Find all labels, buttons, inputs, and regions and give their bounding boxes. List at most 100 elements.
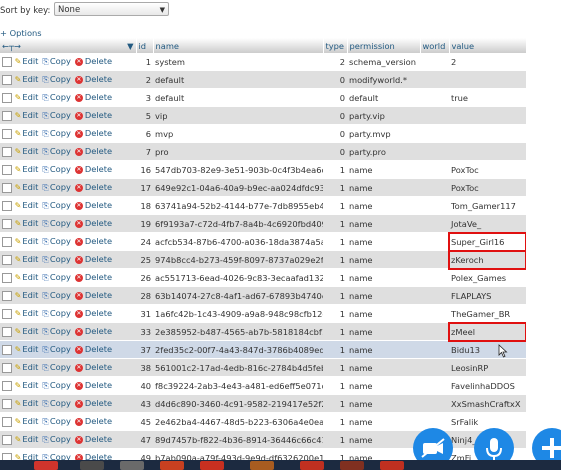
cell-name[interactable]: mvp (153, 124, 323, 143)
cell-value[interactable] (449, 106, 526, 125)
delete-link[interactable]: ✕ Delete (74, 398, 112, 408)
row-checkbox[interactable] (2, 110, 12, 121)
cell-world[interactable] (420, 250, 449, 269)
column-controls-header[interactable]: ←┬→ ▼ (0, 38, 137, 53)
row-checkbox[interactable] (2, 380, 12, 391)
row-checkbox[interactable] (2, 74, 12, 85)
cell-value[interactable]: FLAPLAYS (449, 286, 526, 305)
cell-world[interactable] (420, 340, 449, 359)
cell-permission[interactable]: name (347, 268, 420, 287)
cell-type[interactable]: 2 (323, 53, 347, 71)
cell-world[interactable] (420, 376, 449, 395)
cell-type[interactable]: 1 (323, 286, 347, 305)
cell-value[interactable]: Bidu13 (449, 340, 526, 359)
delete-link[interactable]: ✕ Delete (74, 200, 112, 210)
cell-permission[interactable]: name (347, 160, 420, 179)
row-checkbox[interactable] (2, 416, 12, 427)
cell-world[interactable] (420, 394, 449, 413)
row-checkbox[interactable] (2, 200, 12, 211)
cell-type[interactable]: 1 (323, 250, 347, 269)
delete-link[interactable]: ✕ Delete (74, 92, 112, 102)
taskbar-app-icon[interactable] (340, 461, 364, 470)
cell-id[interactable]: 38 (136, 358, 153, 377)
header-type[interactable]: type (323, 38, 348, 53)
cell-permission[interactable]: name (347, 412, 420, 431)
copy-link[interactable]: ⎘Copy (42, 218, 70, 228)
row-checkbox[interactable] (2, 218, 12, 229)
row-checkbox[interactable] (2, 272, 12, 283)
edit-link[interactable]: ✎Edit (15, 290, 39, 300)
cell-name[interactable]: ac551713-6ead-4026-9c83-3ecaafad1329 (153, 268, 323, 287)
cell-permission[interactable]: party.vip (347, 106, 420, 125)
cell-type[interactable]: 1 (323, 376, 347, 395)
copy-link[interactable]: ⎘Copy (42, 398, 70, 408)
cell-value[interactable]: XxSmashCraftxX (449, 394, 526, 413)
edit-link[interactable]: ✎Edit (15, 218, 39, 228)
delete-link[interactable]: ✕ Delete (74, 290, 112, 300)
header-name[interactable]: name (153, 38, 324, 53)
cell-name[interactable]: 63741a94-52b2-4144-b77e-7db8955eb49e (153, 196, 323, 215)
cell-type[interactable]: 0 (323, 88, 347, 107)
delete-link[interactable]: ✕ Delete (74, 362, 112, 372)
cell-type[interactable]: 1 (323, 178, 347, 197)
cell-value[interactable]: 2 (449, 53, 526, 71)
cell-permission[interactable]: name (347, 304, 420, 323)
cell-id[interactable]: 3 (136, 88, 153, 107)
row-checkbox[interactable] (2, 236, 12, 247)
edit-link[interactable]: ✎Edit (15, 380, 39, 390)
cell-value[interactable] (449, 142, 526, 161)
row-checkbox[interactable] (2, 344, 12, 355)
delete-link[interactable]: ✕ Delete (74, 416, 112, 426)
taskbar-app-icon[interactable] (80, 461, 104, 470)
copy-link[interactable]: ⎘Copy (42, 74, 70, 84)
cell-name[interactable]: 2fed35c2-00f7-4a43-847d-3786b4089edf (153, 340, 323, 359)
edit-link[interactable]: ✎Edit (15, 398, 39, 408)
delete-link[interactable]: ✕ Delete (74, 254, 112, 264)
edit-link[interactable]: ✎Edit (15, 146, 39, 156)
copy-link[interactable]: ⎘Copy (42, 308, 70, 318)
cell-id[interactable]: 17 (136, 178, 153, 197)
delete-link[interactable]: ✕ Delete (74, 56, 112, 66)
edit-link[interactable]: ✎Edit (15, 272, 39, 282)
cell-type[interactable]: 1 (323, 412, 347, 431)
taskbar-app-icon[interactable] (200, 461, 224, 470)
cell-id[interactable]: 26 (136, 268, 153, 287)
delete-link[interactable]: ✕ Delete (74, 128, 112, 138)
cell-id[interactable]: 40 (136, 376, 153, 395)
edit-link[interactable]: ✎Edit (15, 326, 39, 336)
edit-link[interactable]: ✎Edit (15, 308, 39, 318)
cell-world[interactable] (420, 304, 449, 323)
cell-type[interactable]: 1 (323, 196, 347, 215)
header-world[interactable]: world (420, 38, 450, 53)
row-checkbox[interactable] (2, 146, 12, 157)
copy-link[interactable]: ⎘Copy (42, 182, 70, 192)
copy-link[interactable]: ⎘Copy (42, 110, 70, 120)
cell-name[interactable]: pro (153, 142, 323, 161)
delete-link[interactable]: ✕ Delete (74, 218, 112, 228)
delete-link[interactable]: ✕ Delete (74, 326, 112, 336)
cell-world[interactable] (420, 232, 449, 251)
copy-link[interactable]: ⎘Copy (42, 434, 70, 444)
cell-world[interactable] (420, 322, 449, 341)
row-checkbox[interactable] (2, 434, 12, 445)
edit-link[interactable]: ✎Edit (15, 74, 39, 84)
cell-value[interactable]: PoxToc (449, 160, 526, 179)
copy-link[interactable]: ⎘Copy (42, 380, 70, 390)
taskbar-app-icon[interactable] (120, 461, 144, 470)
edit-link[interactable]: ✎Edit (15, 236, 39, 246)
taskbar-app-icon[interactable] (300, 461, 324, 470)
cell-world[interactable] (420, 53, 449, 71)
cell-permission[interactable]: name (347, 214, 420, 233)
cell-id[interactable]: 43 (136, 394, 153, 413)
cell-name[interactable]: acfcb534-87b6-4700-a036-18da3874a5a8 (153, 232, 323, 251)
cell-value[interactable]: Polex_Games (449, 268, 526, 287)
copy-link[interactable]: ⎘Copy (42, 56, 70, 66)
copy-link[interactable]: ⎘Copy (42, 290, 70, 300)
cell-value[interactable]: PoxToc (449, 178, 526, 197)
taskbar-app-icon[interactable] (34, 461, 58, 470)
cell-type[interactable]: 1 (323, 232, 347, 251)
edit-link[interactable]: ✎Edit (15, 416, 39, 426)
taskbar-app-icon[interactable] (160, 461, 184, 470)
cell-permission[interactable]: name (347, 430, 420, 449)
cell-name[interactable]: 561001c2-17ad-4edb-816c-2784b4d5feb8 (153, 358, 323, 377)
